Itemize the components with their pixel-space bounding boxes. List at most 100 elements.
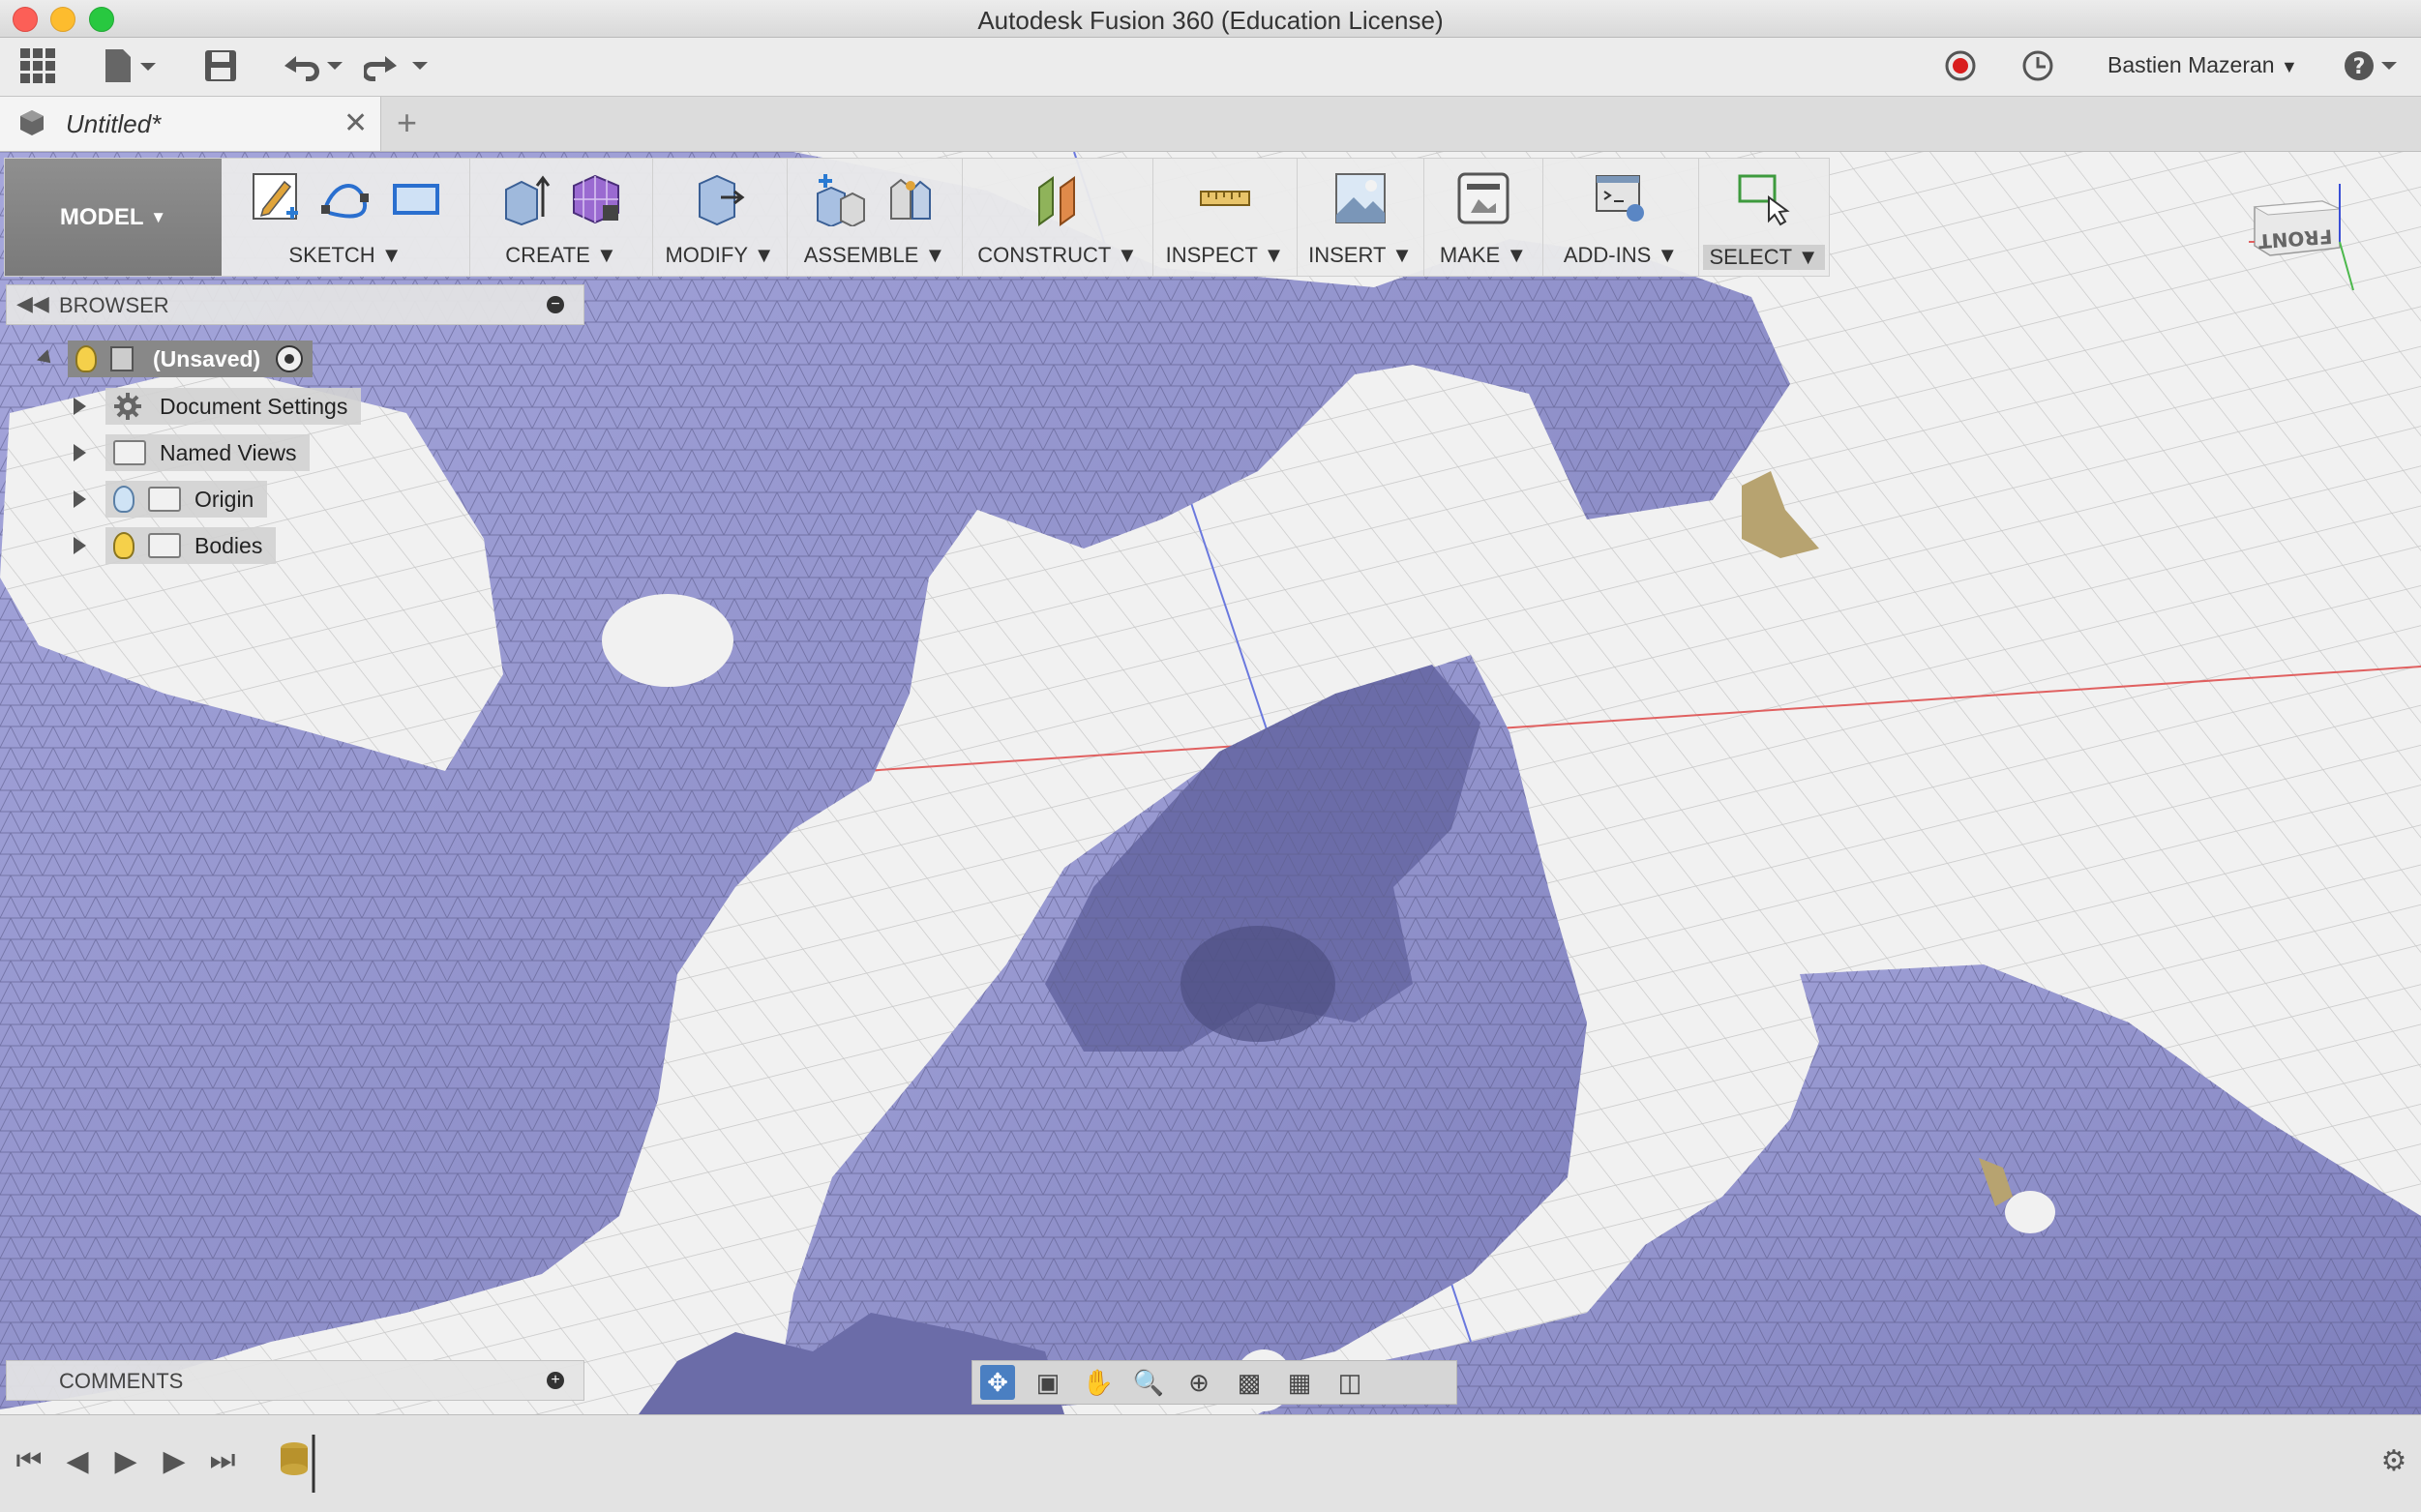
add-comment-icon[interactable]: + [547, 1372, 564, 1389]
folder-icon [148, 533, 181, 558]
offset-plane-icon[interactable] [1030, 170, 1086, 226]
document-tab[interactable]: Untitled* ✕ [0, 97, 381, 151]
display-settings-icon[interactable]: ▩ [1232, 1365, 1267, 1400]
expand-triangle-icon[interactable] [37, 349, 56, 369]
activate-radio-icon[interactable] [276, 345, 304, 372]
help-icon[interactable]: ? [2342, 45, 2402, 86]
scripts-add-ins-icon[interactable] [1593, 170, 1649, 226]
browser-item-label: Origin [194, 486, 254, 512]
select-window-icon[interactable] [1736, 170, 1792, 226]
press-pull-icon[interactable] [692, 170, 748, 226]
navigation-bar: ✥ ▣ ✋ 🔍 ⊕ ▩ ▦ ◫ [971, 1360, 1457, 1405]
expand-triangle-icon[interactable] [74, 490, 86, 508]
step-back-icon[interactable]: ◀ [60, 1437, 95, 1485]
collapse-panel-icon[interactable]: ◀◀ [16, 291, 49, 316]
3d-viewport[interactable] [0, 152, 2421, 1414]
window-title: Autodesk Fusion 360 (Education License) [977, 6, 1444, 35]
visibility-bulb-icon[interactable] [113, 532, 134, 559]
toolbar-group-add-ins[interactable]: ADD-INS ▼ [1543, 159, 1699, 276]
toolbar-group-sketch[interactable]: SKETCH ▼ [222, 159, 470, 276]
grid-settings-icon[interactable]: ▦ [1282, 1365, 1317, 1400]
step-forward-icon[interactable]: ▶ [157, 1437, 192, 1485]
toolbar-group-label: CREATE ▼ [505, 243, 617, 267]
play-icon[interactable]: ▶ [108, 1437, 143, 1485]
root-component-label: (Unsaved) [153, 345, 261, 371]
expand-triangle-icon[interactable] [74, 444, 86, 461]
svg-text:?: ? [2353, 55, 2366, 79]
record-icon[interactable] [1941, 45, 1980, 86]
toolbar-group-select[interactable]: SELECT ▼ [1699, 159, 1829, 276]
expand-triangle-icon[interactable] [74, 398, 86, 415]
workspace-label: MODEL [59, 203, 144, 230]
toolbar-group-label: ASSEMBLE ▼ [803, 243, 946, 267]
joint-icon[interactable] [882, 170, 938, 226]
visibility-bulb-icon[interactable] [75, 345, 97, 372]
toolbar-group-modify[interactable]: MODIFY ▼ [653, 159, 788, 276]
job-status-clock-icon[interactable] [2018, 45, 2057, 86]
viewcube[interactable]: FRONT [2249, 184, 2357, 290]
undo-icon[interactable] [279, 45, 346, 86]
user-account-menu[interactable]: Bastien Mazeran ▼ [2107, 52, 2298, 78]
browser-panel-header: ◀◀ BROWSER − [6, 284, 584, 325]
folder-icon [113, 440, 146, 465]
data-panel-icon[interactable] [17, 45, 58, 86]
browser-item-label: Bodies [194, 532, 263, 558]
title-bar: Autodesk Fusion 360 (Education License) [0, 0, 2421, 38]
toolbar-group-label: ADD-INS ▼ [1563, 243, 1679, 267]
toolbar-group-inspect[interactable]: INSPECT ▼ [1153, 159, 1298, 276]
go-to-end-icon[interactable]: ⏭ [205, 1437, 240, 1485]
ribbon-toolbar: MODEL ▼ SKETCH ▼ CREATE ▼ MODIFY ▼ ASSEM… [4, 158, 1830, 277]
pan-hand-icon[interactable]: ✋ [1081, 1365, 1116, 1400]
toolbar-group-construct[interactable]: CONSTRUCT ▼ [963, 159, 1153, 276]
orbit-icon[interactable]: ✥ [980, 1365, 1015, 1400]
toolbar-group-create[interactable]: CREATE ▼ [470, 159, 653, 276]
toolbar-group-label: CONSTRUCT ▼ [977, 243, 1138, 267]
browser-item-label: Document Settings [160, 393, 348, 419]
browser-item-origin[interactable]: Origin [74, 480, 268, 519]
mesh-feature-icon[interactable] [275, 1435, 323, 1493]
browser-root-node[interactable]: (Unsaved) [37, 340, 314, 378]
insert-image-icon[interactable] [1332, 170, 1389, 226]
browser-item-named-views[interactable]: Named Views [74, 433, 311, 472]
browser-item-bodies[interactable]: Bodies [74, 526, 277, 565]
go-to-start-icon[interactable]: ⏮ [12, 1437, 46, 1485]
comments-panel: COMMENTS + [6, 1360, 584, 1401]
gear-icon [114, 393, 141, 420]
toolbar-group-label: INSERT ▼ [1308, 243, 1413, 267]
3d-print-icon[interactable] [1455, 170, 1511, 226]
timeline-settings-gear-icon[interactable]: ⚙ [2376, 1437, 2411, 1485]
spline-icon[interactable] [317, 170, 374, 226]
document-tab-bar: Untitled* ✕ + [0, 97, 2421, 152]
component-icon [110, 346, 134, 371]
viewports-icon[interactable]: ◫ [1332, 1365, 1367, 1400]
look-at-icon[interactable]: ▣ [1031, 1365, 1065, 1400]
comments-title: COMMENTS [59, 1369, 184, 1393]
rectangle-icon[interactable] [387, 170, 443, 226]
browser-item-document-settings[interactable]: Document Settings [74, 387, 362, 426]
visibility-bulb-icon[interactable] [113, 486, 134, 513]
create-sketch-icon[interactable] [248, 170, 304, 226]
redo-icon[interactable] [364, 45, 432, 86]
folder-icon [148, 487, 181, 512]
new-tab-button[interactable]: + [397, 103, 417, 143]
close-tab-icon[interactable]: ✕ [344, 106, 368, 140]
mesh-canvas[interactable] [0, 152, 2421, 1414]
panel-pin-icon[interactable]: − [547, 296, 564, 313]
form-icon[interactable] [568, 170, 624, 226]
quick-access-bar: Bastien Mazeran ▼ ? [0, 38, 2421, 97]
save-icon[interactable] [201, 45, 240, 86]
toolbar-group-make[interactable]: MAKE ▼ [1424, 159, 1543, 276]
fit-icon[interactable]: ⊕ [1181, 1365, 1216, 1400]
zoom-icon[interactable]: 🔍 [1131, 1365, 1166, 1400]
extrude-icon[interactable] [498, 170, 554, 226]
workspace-switcher[interactable]: MODEL ▼ [5, 159, 222, 276]
browser-item-label: Named Views [160, 439, 297, 465]
toolbar-group-insert[interactable]: INSERT ▼ [1298, 159, 1424, 276]
toolbar-group-assemble[interactable]: ASSEMBLE ▼ [788, 159, 963, 276]
document-tab-label: Untitled* [66, 109, 162, 138]
browser-title: BROWSER [59, 293, 169, 317]
new-component-icon[interactable] [812, 170, 868, 226]
expand-triangle-icon[interactable] [74, 537, 86, 554]
measure-icon[interactable] [1197, 170, 1253, 226]
file-menu-icon[interactable] [101, 45, 161, 86]
